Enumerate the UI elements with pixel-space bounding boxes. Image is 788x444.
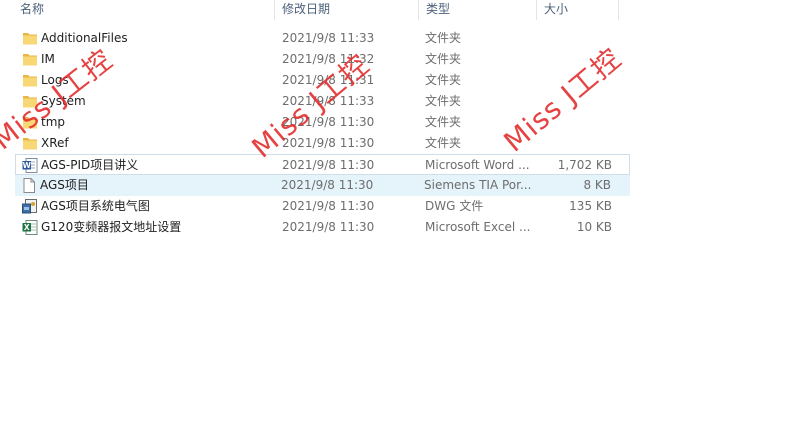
column-header-size[interactable]: 大小 bbox=[538, 0, 618, 20]
file-name: AdditionalFiles bbox=[41, 31, 128, 45]
file-type: 文件夹 bbox=[425, 73, 462, 87]
folder-icon bbox=[23, 75, 37, 87]
file-date: 2021/9/8 11:33 bbox=[282, 94, 375, 108]
column-header-bar: 名称 修改日期 类型 大小 bbox=[0, 0, 788, 20]
file-type: Siemens TIA Por... bbox=[424, 178, 532, 192]
file-row-g120-address-settings[interactable]: X G120变频器报文地址设置 2021/9/8 11:30 Microsoft… bbox=[0, 217, 788, 238]
file-row-additionalfiles[interactable]: AdditionalFiles 2021/9/8 11:33 文件夹 bbox=[0, 28, 788, 49]
file-list: AdditionalFiles 2021/9/8 11:33 文件夹 IM 20… bbox=[0, 28, 788, 238]
column-header-name[interactable]: 名称 bbox=[14, 0, 274, 20]
file-row-im[interactable]: IM 2021/9/8 11:32 文件夹 bbox=[0, 49, 788, 70]
file-type: 文件夹 bbox=[425, 115, 462, 129]
file-type: 文件夹 bbox=[425, 94, 462, 108]
file-type: DWG 文件 bbox=[425, 199, 484, 213]
file-size: 8 KB bbox=[583, 178, 611, 192]
folder-icon bbox=[23, 54, 37, 66]
folder-icon bbox=[23, 33, 37, 45]
file-explorer: 名称 修改日期 类型 大小 AdditionalFiles 2021/9/8 1… bbox=[0, 0, 788, 444]
file-name: XRef bbox=[41, 136, 69, 150]
tia-project-file-icon bbox=[23, 178, 35, 193]
file-date: 2021/9/8 11:30 bbox=[282, 199, 375, 213]
folder-icon bbox=[23, 117, 37, 129]
file-date: 2021/9/8 11:30 bbox=[282, 115, 375, 129]
file-name: G120变频器报文地址设置 bbox=[41, 220, 182, 234]
file-row-system[interactable]: System 2021/9/8 11:33 文件夹 bbox=[0, 91, 788, 112]
file-row-ags-pid-doc[interactable]: W AGS-PID项目讲义 2021/9/8 11:30 Microsoft W… bbox=[15, 154, 630, 175]
file-name: IM bbox=[41, 52, 55, 66]
file-name: Logs bbox=[41, 73, 69, 87]
file-name: AGS项目 bbox=[40, 178, 89, 192]
svg-text:W: W bbox=[23, 161, 32, 170]
file-type: 文件夹 bbox=[425, 52, 462, 66]
file-type: Microsoft Word ... bbox=[425, 158, 530, 172]
column-divider[interactable] bbox=[274, 0, 275, 20]
folder-icon bbox=[23, 96, 37, 108]
file-size: 1,702 KB bbox=[557, 158, 612, 172]
file-row-logs[interactable]: Logs 2021/9/8 11:31 文件夹 bbox=[0, 70, 788, 91]
folder-icon bbox=[23, 138, 37, 150]
file-date: 2021/9/8 11:32 bbox=[282, 52, 375, 66]
column-divider[interactable] bbox=[536, 0, 537, 20]
column-divider[interactable] bbox=[418, 0, 419, 20]
file-name: AGS-PID项目讲义 bbox=[41, 158, 139, 172]
file-type: Microsoft Excel ... bbox=[425, 220, 531, 234]
file-date: 2021/9/8 11:30 bbox=[281, 178, 374, 192]
file-row-ags-electrical-drawing[interactable]: AGS项目系统电气图 2021/9/8 11:30 DWG 文件 135 KB bbox=[0, 196, 788, 217]
column-header-date[interactable]: 修改日期 bbox=[276, 0, 418, 20]
file-row-ags-project[interactable]: AGS项目 2021/9/8 11:30 Siemens TIA Por... … bbox=[15, 175, 630, 196]
file-row-tmp[interactable]: tmp 2021/9/8 11:30 文件夹 bbox=[0, 112, 788, 133]
file-type: 文件夹 bbox=[425, 31, 462, 45]
excel-workbook-icon: X bbox=[22, 220, 38, 235]
file-type: 文件夹 bbox=[425, 136, 462, 150]
file-row-xref[interactable]: XRef 2021/9/8 11:30 文件夹 bbox=[0, 133, 788, 154]
file-date: 2021/9/8 11:30 bbox=[282, 158, 375, 172]
file-name: AGS项目系统电气图 bbox=[41, 199, 150, 213]
column-header-type[interactable]: 类型 bbox=[420, 0, 535, 20]
file-date: 2021/9/8 11:33 bbox=[282, 31, 375, 45]
file-name: System bbox=[41, 94, 86, 108]
column-divider[interactable] bbox=[618, 0, 619, 20]
word-document-icon: W bbox=[22, 158, 38, 173]
file-size: 10 KB bbox=[576, 220, 612, 234]
file-date: 2021/9/8 11:30 bbox=[282, 136, 375, 150]
file-name: tmp bbox=[41, 115, 66, 129]
file-date: 2021/9/8 11:31 bbox=[282, 73, 375, 87]
dwg-file-icon bbox=[22, 199, 37, 214]
file-date: 2021/9/8 11:30 bbox=[282, 220, 375, 234]
file-size: 135 KB bbox=[569, 199, 612, 213]
svg-text:X: X bbox=[24, 223, 30, 232]
